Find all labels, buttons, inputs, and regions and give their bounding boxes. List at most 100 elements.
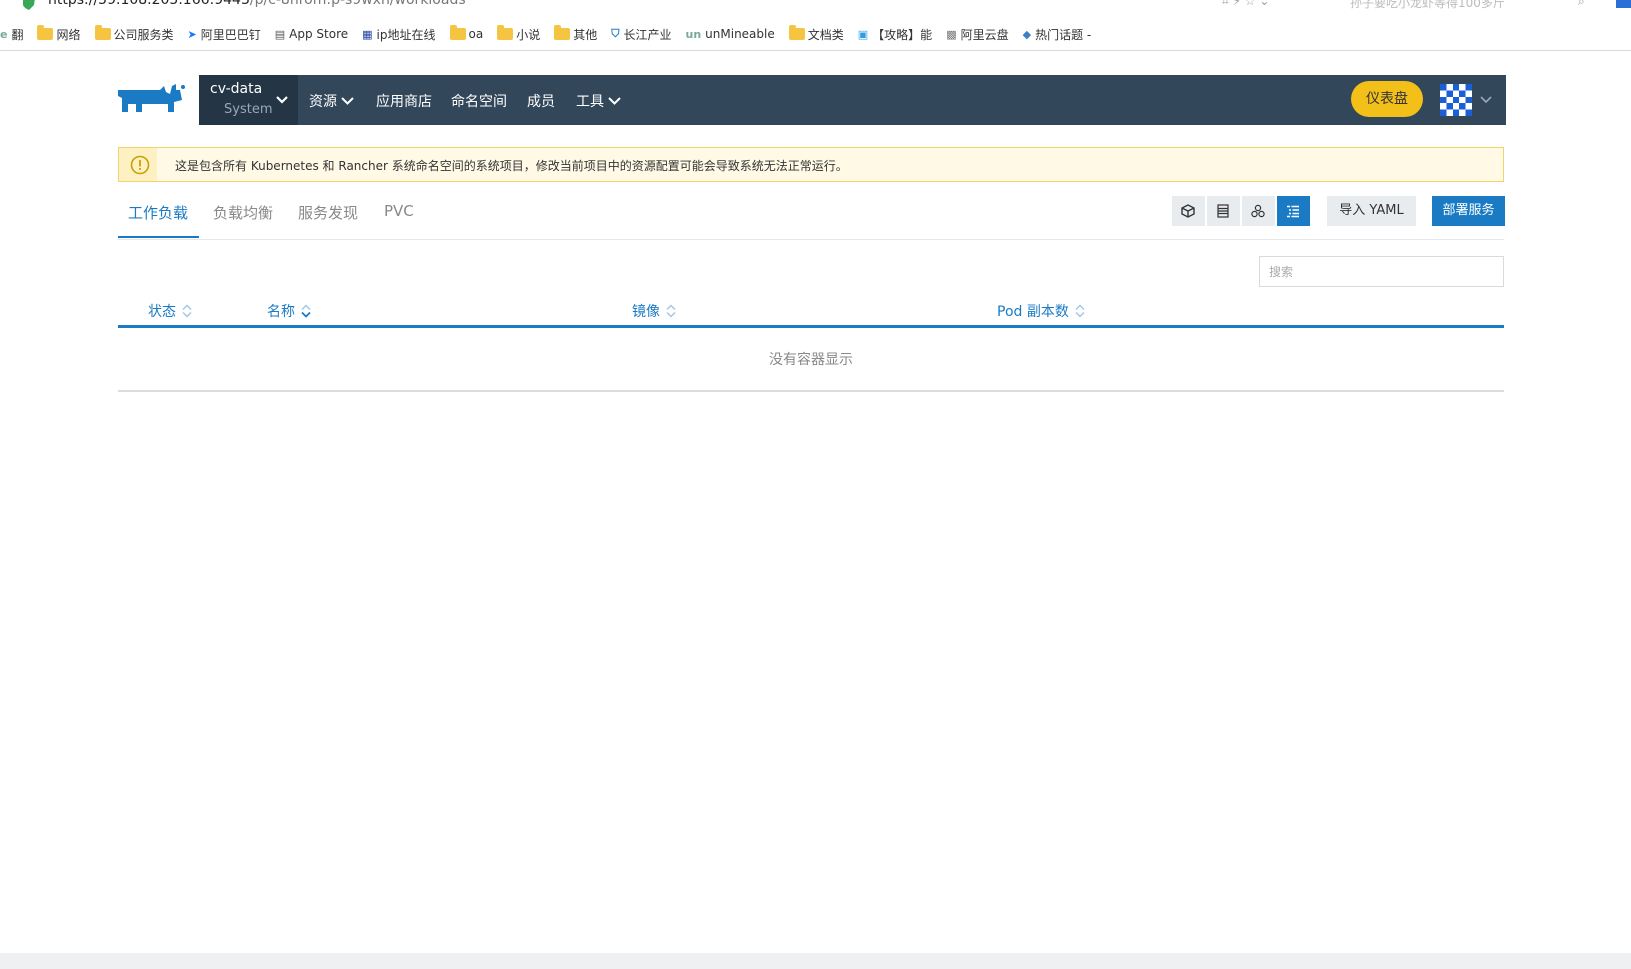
sort-icon bbox=[182, 304, 192, 318]
bookmark-label: 【攻略】能 bbox=[872, 27, 933, 42]
text-icon: e bbox=[0, 27, 8, 41]
menu-members-label: 成员 bbox=[527, 94, 555, 110]
chevron-down-icon bbox=[276, 96, 288, 104]
bookmark-label: 阿里巴巴钉 bbox=[200, 27, 261, 42]
chrome-divider bbox=[0, 50, 1631, 51]
bookmark-item[interactable]: un unMineable bbox=[686, 27, 775, 41]
bookmark-label: 翻 bbox=[11, 27, 24, 42]
bookmark-label: oa bbox=[468, 27, 484, 41]
chevron-down-icon[interactable] bbox=[1479, 94, 1493, 106]
group-by-none-button[interactable] bbox=[1172, 196, 1205, 226]
deploy-service-button[interactable]: 部署服务 bbox=[1432, 196, 1505, 226]
cube-icon bbox=[1181, 204, 1195, 218]
bookmark-label: 公司服务类 bbox=[113, 27, 174, 42]
bookmark-item[interactable]: ▦ ip地址在线 bbox=[362, 26, 435, 43]
bookmark-label: 网络 bbox=[56, 27, 81, 42]
text-icon: un bbox=[685, 27, 702, 41]
info-icon bbox=[130, 155, 150, 175]
sort-icon bbox=[666, 304, 676, 318]
folder-icon bbox=[788, 25, 805, 40]
bookmark-item[interactable]: 网络 bbox=[37, 25, 81, 43]
column-header-name-label: 名称 bbox=[267, 304, 295, 320]
tab-service-discovery[interactable]: 服务发现 bbox=[298, 202, 358, 223]
tab-load-balancing[interactable]: 负载均衡 bbox=[213, 202, 273, 223]
column-header-status[interactable]: 状态 bbox=[148, 301, 192, 321]
chevron-down-icon bbox=[341, 97, 354, 105]
list-flat-icon bbox=[1217, 204, 1229, 218]
bookmark-item[interactable]: 小说 bbox=[497, 25, 541, 43]
bookmark-label: ip地址在线 bbox=[376, 27, 436, 42]
column-header-image[interactable]: 镜像 bbox=[632, 301, 676, 321]
browser-search-box[interactable]: 孙子要吃小龙虾等得100多斤 bbox=[1350, 0, 1505, 11]
system-project-warning: 这是包含所有 Kubernetes 和 Rancher 系统命名空间的系统项目，… bbox=[118, 147, 1504, 182]
folder-icon bbox=[554, 25, 571, 40]
image-icon: ▩ bbox=[946, 27, 957, 41]
tab-pvc[interactable]: PVC bbox=[384, 202, 414, 220]
url-path: /p/c-8nrom:p-s9wxh/workloads bbox=[249, 0, 466, 8]
weibo-icon: ◆ bbox=[1022, 27, 1032, 41]
bookmark-label: 热门话题 - bbox=[1035, 27, 1092, 42]
sort-icon bbox=[1075, 304, 1085, 318]
bilibili-icon: ▣ bbox=[857, 27, 869, 41]
column-header-image-label: 镜像 bbox=[632, 304, 660, 320]
browser-address-bar[interactable]: https://59.108.205.166:9443/p/c-8nrom:p-… bbox=[0, 0, 1631, 14]
menu-tools-label: 工具 bbox=[576, 94, 604, 110]
bookmark-item[interactable]: ▩ 阿里云盘 bbox=[946, 26, 1008, 43]
menu-resources[interactable]: 资源 bbox=[309, 91, 354, 111]
menu-resources-label: 资源 bbox=[309, 94, 337, 110]
browser-search-icon[interactable]: ⌕ bbox=[1578, 0, 1585, 9]
secure-shield-icon bbox=[23, 0, 35, 10]
dashboard-button[interactable]: 仪表盘 bbox=[1351, 81, 1423, 117]
rancher-logo-icon[interactable] bbox=[118, 84, 188, 118]
bookmark-item[interactable]: e翻 bbox=[0, 26, 23, 43]
bookmark-item[interactable]: ◆ 热门话题 - bbox=[1023, 26, 1092, 43]
chevron-down-icon bbox=[608, 97, 621, 105]
bookmark-item[interactable]: ➤ 阿里巴巴钉 bbox=[188, 26, 261, 43]
folder-icon bbox=[37, 25, 54, 40]
search-input[interactable] bbox=[1259, 256, 1504, 287]
bookmarks-bar: e 翻 网络 公司服务类 ➤ 阿里巴巴钉 ▤ App Store ▦ ip地址在线 oa 小说 其他 ⛉ 长… bbox=[0, 22, 1631, 46]
ip-icon: ▦ bbox=[362, 27, 373, 41]
menu-tools[interactable]: 工具 bbox=[576, 91, 621, 111]
bookmark-item[interactable]: 其他 bbox=[554, 25, 598, 43]
table-header-divider bbox=[118, 325, 1504, 328]
project-cluster-label: System bbox=[224, 102, 273, 117]
bookmark-label: 其他 bbox=[573, 27, 598, 42]
bookmark-label: 长江产业 bbox=[623, 27, 672, 42]
column-header-name[interactable]: 名称 bbox=[267, 301, 311, 321]
bookmark-item[interactable]: 文档类 bbox=[788, 25, 844, 43]
bookmark-item[interactable]: ▤ App Store bbox=[275, 27, 348, 41]
folder-icon bbox=[497, 25, 514, 40]
group-by-node-button[interactable] bbox=[1242, 196, 1275, 226]
bookmark-label: 小说 bbox=[516, 27, 541, 42]
list-tree-icon bbox=[1287, 205, 1299, 218]
bookmark-item[interactable]: 公司服务类 bbox=[94, 25, 174, 43]
alert-message: 这是包含所有 Kubernetes 和 Rancher 系统命名空间的系统项目，… bbox=[175, 159, 848, 173]
menu-members[interactable]: 成员 bbox=[527, 91, 555, 111]
empty-table-message: 没有容器显示 bbox=[769, 352, 853, 368]
bookmark-item[interactable]: oa bbox=[449, 25, 484, 41]
tab-workloads[interactable]: 工作负载 bbox=[128, 202, 188, 223]
browser-extension-icon[interactable] bbox=[1616, 0, 1631, 8]
list-view-button[interactable] bbox=[1207, 196, 1240, 226]
project-switcher[interactable]: cv-data System bbox=[199, 75, 298, 125]
column-header-pod-replicas-label: Pod 副本数 bbox=[997, 304, 1069, 320]
column-header-pod-replicas[interactable]: Pod 副本数 bbox=[997, 301, 1085, 321]
group-by-namespace-button[interactable] bbox=[1277, 196, 1310, 226]
bookmark-item[interactable]: ⛉ 长江产业 bbox=[611, 26, 671, 43]
import-yaml-button[interactable]: 导入 YAML bbox=[1327, 196, 1416, 226]
folder-icon bbox=[94, 25, 111, 40]
bookmark-item[interactable]: ▣ 【攻略】能 bbox=[858, 26, 932, 43]
menu-namespaces[interactable]: 命名空间 bbox=[451, 91, 507, 111]
menu-app-store[interactable]: 应用商店 bbox=[376, 91, 432, 111]
alert-icon-box bbox=[119, 148, 157, 181]
nodes-icon bbox=[1251, 204, 1265, 218]
url-text[interactable]: https://59.108.205.166:9443/p/c-8nrom:p-… bbox=[48, 0, 466, 8]
browser-actions-icons[interactable]: ⌗ ⚡ ☆ ⌄ bbox=[1222, 0, 1269, 9]
table-bottom-border bbox=[118, 390, 1504, 392]
top-navigation: cv-data System 资源 应用商店 命名空间 成员 工具 仪表盘 bbox=[199, 75, 1506, 125]
url-host: https://59.108.205.166:9443 bbox=[48, 0, 250, 8]
user-avatar-icon[interactable] bbox=[1439, 84, 1473, 116]
menu-app-store-label: 应用商店 bbox=[376, 94, 432, 110]
sort-ascending-icon bbox=[301, 304, 311, 318]
